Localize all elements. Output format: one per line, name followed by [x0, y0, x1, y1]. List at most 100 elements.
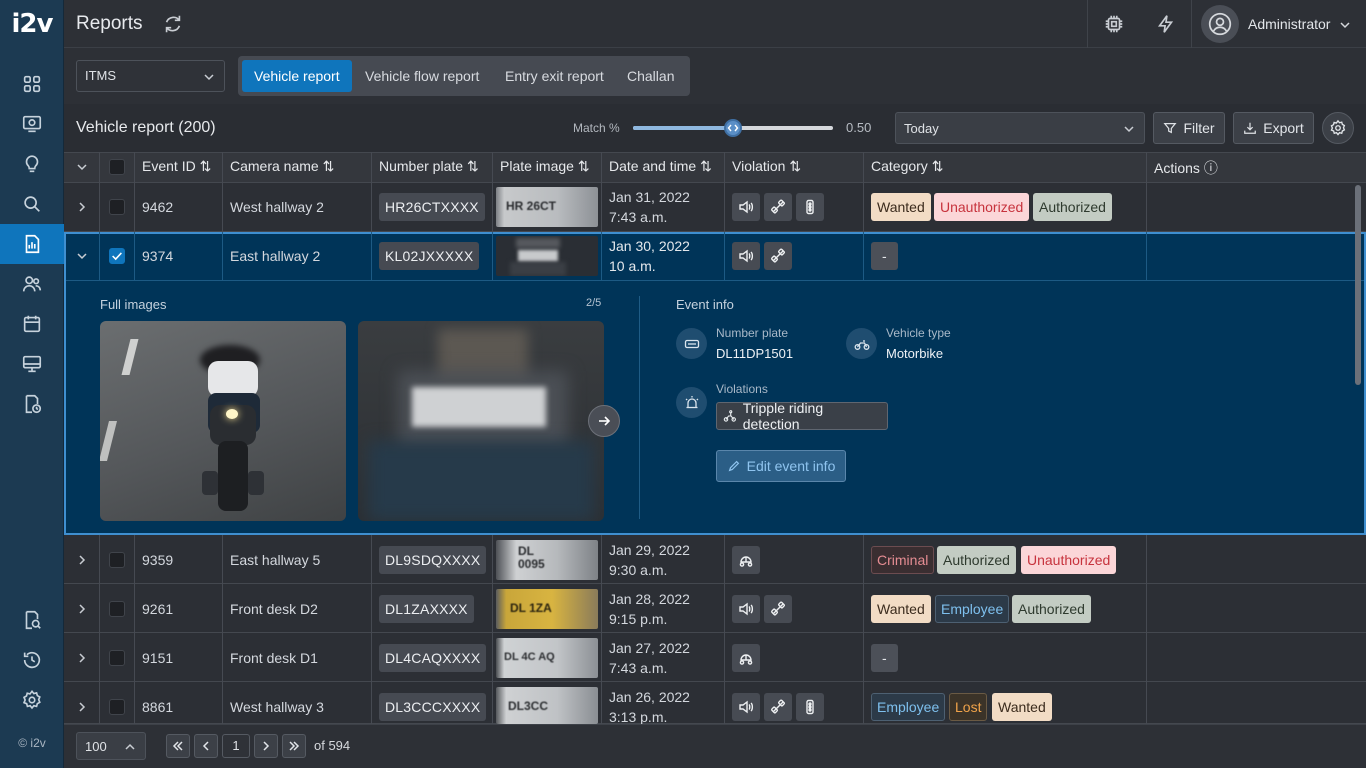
tab-vehicle-flow-report[interactable]: Vehicle flow report — [353, 60, 491, 92]
module-select-value: ITMS — [85, 68, 117, 83]
date-range-select[interactable]: Today — [895, 112, 1145, 144]
horn-icon[interactable] — [732, 595, 760, 623]
table-settings-button[interactable] — [1322, 112, 1354, 144]
column-event-id[interactable]: Event ID ⇅ — [142, 158, 211, 175]
camera-name: West hallway 3 — [230, 699, 324, 715]
column-camera-name[interactable]: Camera name ⇅ — [230, 158, 334, 175]
sort-icon[interactable]: ⇅ — [789, 158, 801, 174]
chevron-down-icon[interactable] — [76, 250, 88, 262]
helmet-icon[interactable] — [732, 546, 760, 574]
number-plate: DL4CAQXXXX — [379, 644, 487, 672]
scrollbar-thumb[interactable] — [1355, 185, 1361, 385]
seatbelt-icon[interactable] — [764, 693, 792, 721]
signal-icon[interactable] — [796, 693, 824, 721]
chevron-down-icon[interactable] — [76, 161, 88, 173]
horn-icon[interactable] — [732, 693, 760, 721]
refresh-icon[interactable] — [162, 13, 184, 35]
row-checkbox[interactable] — [109, 601, 125, 617]
column-category[interactable]: Category ⇅ — [871, 158, 943, 175]
filter-button[interactable]: Filter — [1153, 112, 1225, 144]
column-violation[interactable]: Violation ⇅ — [732, 158, 801, 175]
tag-authorized: Authorized — [1012, 595, 1091, 623]
row-checkbox[interactable] — [109, 699, 125, 715]
sort-icon[interactable]: ⇅ — [932, 158, 944, 174]
live-monitor-icon[interactable] — [0, 104, 64, 144]
tab-challan[interactable]: Challan — [615, 60, 686, 92]
history-icon[interactable] — [0, 640, 64, 680]
divider — [601, 535, 602, 724]
column-number-plate[interactable]: Number plate ⇅ — [379, 158, 479, 175]
match-label: Match % — [573, 121, 620, 135]
next-page-button[interactable] — [254, 734, 278, 758]
seatbelt-icon[interactable] — [764, 242, 792, 270]
seatbelt-icon[interactable] — [764, 595, 792, 623]
monitor-icon[interactable] — [0, 344, 64, 384]
helmet-icon[interactable] — [732, 644, 760, 672]
chevron-right-icon[interactable] — [76, 603, 88, 615]
horn-icon[interactable] — [732, 242, 760, 270]
chevron-right-icon[interactable] — [76, 701, 88, 713]
tab-vehicle-report[interactable]: Vehicle report — [242, 60, 352, 92]
camera-name: Front desk D1 — [230, 650, 318, 666]
violation-chip: Tripple riding detection — [716, 400, 888, 432]
info-icon[interactable]: ⓘ — [1204, 160, 1218, 176]
chevron-right-icon[interactable] — [76, 554, 88, 566]
select-all-checkbox[interactable] — [109, 159, 125, 175]
plate-image[interactable]: DL 0095 — [496, 540, 598, 580]
reports-icon[interactable] — [0, 224, 64, 264]
plate-image[interactable]: DL3CC — [496, 687, 598, 724]
horn-icon[interactable] — [732, 193, 760, 221]
plate-image[interactable]: DL 4C AQ — [496, 638, 598, 678]
row-checkbox[interactable] — [109, 199, 125, 215]
calendar-icon[interactable] — [0, 304, 64, 344]
plate-image[interactable]: HR 26CT — [496, 187, 598, 227]
row-checkbox-checked[interactable] — [109, 248, 125, 264]
search-icon[interactable] — [0, 184, 64, 224]
match-slider-thumb[interactable] — [724, 119, 742, 137]
seatbelt-icon[interactable] — [764, 193, 792, 221]
next-image-button[interactable] — [588, 405, 620, 437]
dashboard-icon[interactable] — [0, 64, 64, 104]
lightning-icon[interactable] — [1155, 13, 1177, 35]
plate-image[interactable] — [496, 236, 598, 276]
settings-icon[interactable] — [0, 680, 64, 720]
signal-icon[interactable] — [796, 193, 824, 221]
column-plate-image[interactable]: Plate image ⇅ — [500, 158, 590, 175]
number-plate-value: DL11DP1501 — [716, 346, 794, 361]
sort-icon[interactable]: ⇅ — [578, 158, 590, 174]
per-page-select[interactable]: 100 — [76, 732, 146, 760]
tag-unauthorized: Unauthorized — [1021, 546, 1117, 574]
chevron-left-icon — [202, 741, 209, 751]
page-number-input[interactable]: 1 — [222, 734, 250, 758]
sort-icon[interactable]: ⇅ — [200, 158, 212, 174]
sort-icon[interactable]: ⇅ — [700, 158, 712, 174]
full-image-scene[interactable] — [100, 321, 346, 521]
module-select[interactable]: ITMS — [76, 60, 225, 92]
chevron-right-icon[interactable] — [76, 201, 88, 213]
column-date-time[interactable]: Date and time ⇅ — [609, 158, 712, 175]
chip-icon[interactable] — [1103, 13, 1125, 35]
last-page-button[interactable] — [282, 734, 306, 758]
edit-event-info-button[interactable]: Edit event info — [716, 450, 846, 482]
row-checkbox[interactable] — [109, 552, 125, 568]
row-checkbox[interactable] — [109, 650, 125, 666]
full-image-plate-crop[interactable] — [358, 321, 604, 521]
plate-image[interactable]: DL 1ZA — [496, 589, 598, 629]
tag-wanted: Wanted — [871, 595, 931, 623]
lightbulb-icon[interactable] — [0, 144, 64, 184]
chevron-right-icon[interactable] — [76, 652, 88, 664]
first-page-button[interactable] — [166, 734, 190, 758]
avatar[interactable] — [1201, 5, 1239, 43]
search-report-icon[interactable] — [0, 600, 64, 640]
prev-page-button[interactable] — [194, 734, 218, 758]
tab-entry-exit-report[interactable]: Entry exit report — [493, 60, 616, 92]
user-name[interactable]: Administrator — [1248, 16, 1330, 32]
chevron-down-icon[interactable] — [1339, 18, 1351, 30]
users-icon[interactable] — [0, 264, 64, 304]
export-button[interactable]: Export — [1233, 112, 1314, 144]
tag-wanted: Wanted — [871, 193, 931, 221]
divider — [639, 296, 640, 519]
scheduled-report-icon[interactable] — [0, 384, 64, 424]
sort-icon[interactable]: ⇅ — [323, 158, 335, 174]
sort-icon[interactable]: ⇅ — [467, 158, 479, 174]
